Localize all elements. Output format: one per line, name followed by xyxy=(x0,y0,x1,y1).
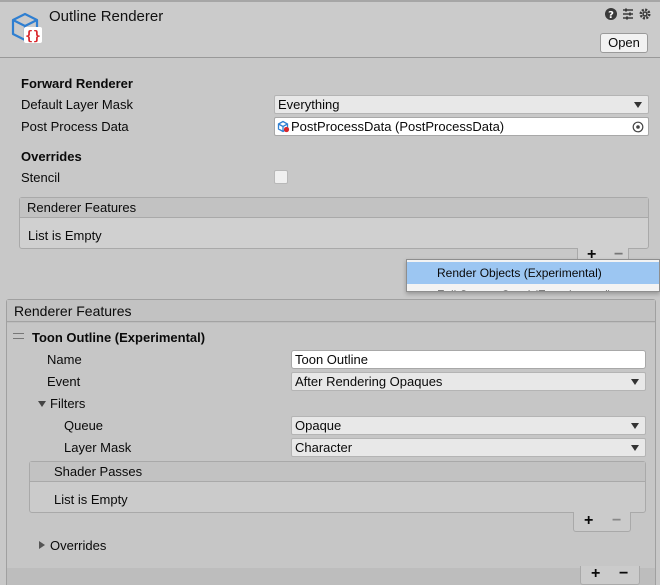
dropdown-arrow-icon xyxy=(631,445,639,451)
dropdown-arrow-icon xyxy=(631,379,639,385)
default-layer-mask-value: Everything xyxy=(278,97,340,112)
list-empty-text: List is Empty xyxy=(28,228,102,243)
open-button[interactable]: Open xyxy=(600,33,648,53)
renderer-features-panel-header: Renderer Features xyxy=(7,300,655,322)
settings-gear-icon[interactable] xyxy=(638,7,652,21)
name-label: Name xyxy=(47,352,82,367)
feature-title: Toon Outline (Experimental) xyxy=(32,330,206,345)
event-value: After Rendering Opaques xyxy=(295,374,443,389)
dropdown-arrow-icon xyxy=(631,423,639,429)
post-process-data-field[interactable]: PostProcessData (PostProcessData) xyxy=(274,117,649,136)
object-picker-icon[interactable] xyxy=(632,121,644,133)
renderer-features-list-header: Renderer Features xyxy=(20,198,648,218)
event-label: Event xyxy=(47,374,81,389)
overrides-foldout-arrow-icon[interactable] xyxy=(37,540,47,550)
feature-list-add-remove: + − xyxy=(580,565,640,585)
forward-renderer-heading: Forward Renderer xyxy=(21,76,133,91)
renderer-features-list-top: Renderer Features List is Empty xyxy=(19,197,649,249)
post-process-data-value: PostProcessData (PostProcessData) xyxy=(291,119,505,134)
overrides-foldout[interactable]: Overrides xyxy=(50,538,106,553)
default-layer-mask-dropdown[interactable]: Everything xyxy=(274,95,649,114)
shader-passes-add-remove: + − xyxy=(573,512,631,532)
default-layer-mask-label: Default Layer Mask xyxy=(21,97,133,112)
remove-renderer-feature-button[interactable]: − xyxy=(619,565,628,583)
filters-foldout-arrow-icon[interactable] xyxy=(37,399,47,409)
queue-dropdown[interactable]: Opaque xyxy=(291,416,646,435)
remove-shader-pass-button[interactable]: − xyxy=(612,512,621,530)
stencil-checkbox[interactable] xyxy=(274,170,288,184)
overrides-heading: Overrides xyxy=(21,149,82,164)
shader-passes-header: Shader Passes xyxy=(30,462,645,482)
layer-mask-dropdown[interactable]: Character xyxy=(291,438,646,457)
drag-handle-icon[interactable] xyxy=(13,333,24,339)
event-dropdown[interactable]: After Rendering Opaques xyxy=(291,372,646,391)
layer-mask-label: Layer Mask xyxy=(64,440,132,455)
menu-item-render-objects[interactable]: Render Objects (Experimental) xyxy=(407,262,659,284)
add-shader-pass-button[interactable]: + xyxy=(584,512,593,530)
layer-mask-value: Character xyxy=(295,440,353,455)
post-process-data-label: Post Process Data xyxy=(21,119,129,134)
dropdown-arrow-icon xyxy=(634,102,642,108)
queue-label: Queue xyxy=(64,418,104,433)
renderer-asset-icon: {} xyxy=(11,12,42,44)
queue-value: Opaque xyxy=(295,418,342,433)
name-input[interactable]: Toon Outline xyxy=(291,350,646,369)
filters-foldout[interactable]: Filters xyxy=(50,396,85,411)
menu-item-full-screen-quad[interactable]: Full Screen Quad (Experimental) xyxy=(407,284,659,291)
shader-passes-list: Shader Passes List is Empty xyxy=(29,461,646,513)
preset-icon[interactable] xyxy=(621,7,635,21)
help-icon[interactable]: ? xyxy=(604,7,618,21)
svg-text:?: ? xyxy=(608,10,614,21)
svg-text:{}: {} xyxy=(25,29,41,44)
add-renderer-feature-button[interactable]: + xyxy=(591,565,600,583)
add-feature-menu: Render Objects (Experimental) Full Scree… xyxy=(406,259,660,292)
shader-passes-empty-text: List is Empty xyxy=(54,492,128,507)
stencil-label: Stencil xyxy=(21,170,61,185)
post-process-asset-icon xyxy=(277,120,290,133)
asset-title: Outline Renderer xyxy=(49,8,164,25)
